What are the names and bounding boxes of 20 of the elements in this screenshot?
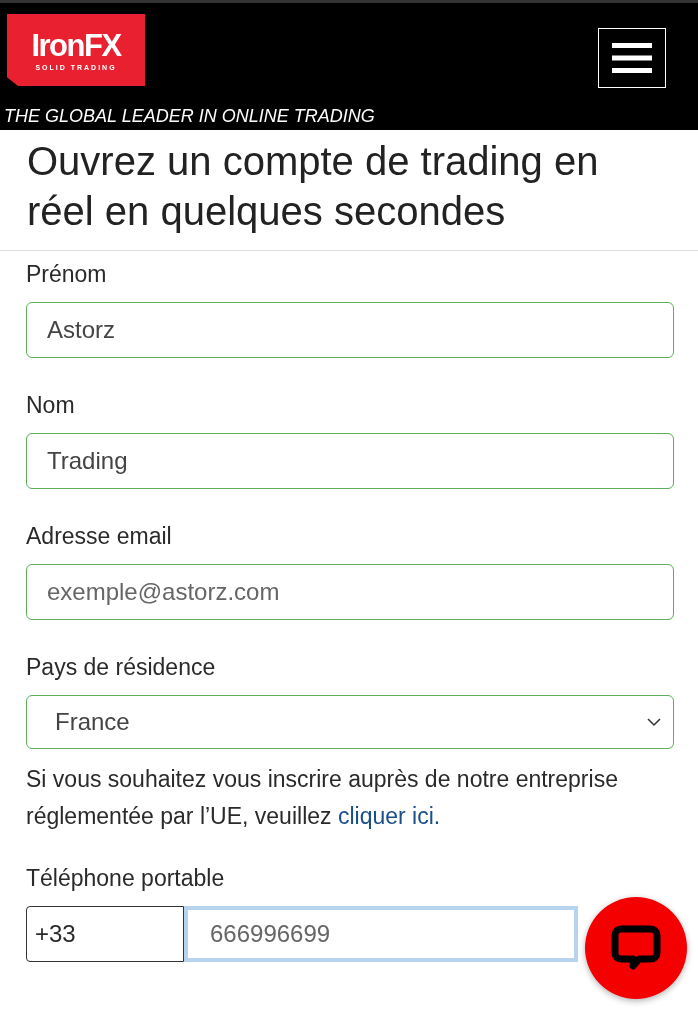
notice-text: Si vous souhaitez vous inscrire auprès de notre entreprise réglementée par l’UE, veuillez cliquer ici. <box>26 765 619 831</box>
input-field[interactable]: Astorz <box>26 302 674 358</box>
field-label: Téléphone portable <box>26 864 225 892</box>
menu-button[interactable] <box>598 28 666 88</box>
phone-input-field[interactable]: 666996699 <box>184 905 578 962</box>
slogan: THE GLOBAL LEADER IN ONLINE TRADING <box>3 106 376 128</box>
field-label: Nom <box>26 392 75 419</box>
select-field[interactable]: France <box>26 695 674 749</box>
chat-button[interactable] <box>585 897 687 999</box>
page-title: Ouvrez un compte de trading en réel en quelques secondes <box>0 130 698 251</box>
chevron-down-icon <box>647 717 661 727</box>
field-label: Prénom <box>26 261 107 288</box>
field-label: Adresse email <box>26 523 172 550</box>
field-label: Pays de résidence <box>26 654 216 681</box>
country-code-field[interactable]: +33 <box>26 905 184 962</box>
menu-icon <box>612 43 652 73</box>
input-field[interactable]: exemple@astorz.com <box>26 564 674 620</box>
chat-bubble-icon <box>611 925 661 971</box>
link[interactable]: cliquer ici. <box>337 802 441 829</box>
input-field[interactable]: Trading <box>26 433 674 489</box>
